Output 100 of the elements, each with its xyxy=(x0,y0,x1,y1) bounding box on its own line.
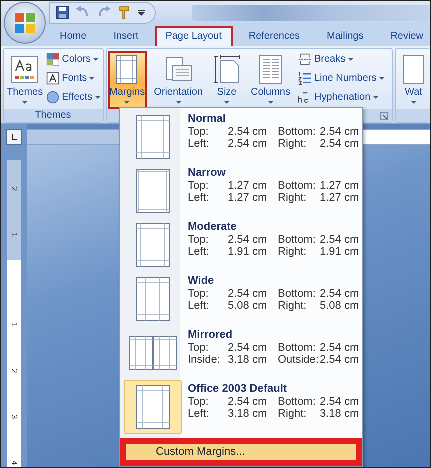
ribbon-button[interactable]: Size xyxy=(210,51,244,109)
caret-icon xyxy=(410,101,417,104)
margin-label: Top: xyxy=(188,342,210,354)
custom-margins-item[interactable]: Custom Margins... xyxy=(120,438,362,466)
ribbon-tab[interactable]: References xyxy=(238,26,312,46)
caret-icon xyxy=(224,101,230,104)
margin-value: 2.54 cm xyxy=(320,354,360,366)
margin-option[interactable]: Normal Top: 2.54 cm Bottom: 2.54 cm Left: 2.54 cm Right: 2.54 cm xyxy=(120,110,362,164)
line-numbers-icon xyxy=(298,72,312,85)
option-name: Wide xyxy=(188,275,216,288)
office-logo xyxy=(14,12,36,34)
office-button[interactable] xyxy=(4,2,46,44)
caret-icon xyxy=(93,58,100,61)
margin-label: Top: xyxy=(188,288,210,300)
margin-label: Top: xyxy=(188,234,210,246)
option-name: Narrow xyxy=(188,167,227,180)
margin-value: 2.54 cm xyxy=(228,342,268,354)
margin-option[interactable]: Mirrored Top: 2.54 cm Bottom: 2.54 cm Inside: 3.18 cm Outside:2.54 cm xyxy=(120,326,362,380)
dropdown-icon[interactable] xyxy=(138,10,145,16)
margin-value: 2.54 cm xyxy=(320,342,360,354)
format-painter-icon[interactable] xyxy=(118,6,131,20)
ribbon-button[interactable]: Hyphenation xyxy=(297,89,386,106)
ribbon-button[interactable]: Line Numbers xyxy=(297,70,386,87)
caret-icon xyxy=(22,101,28,104)
margin-value: 1.27 cm xyxy=(228,180,268,192)
margin-value: 2.54 cm xyxy=(228,234,268,246)
margin-label: Outside: xyxy=(278,354,320,366)
margin-label: Right: xyxy=(278,246,308,258)
margin-value: 5.08 cm xyxy=(320,300,360,312)
margin-label: Left: xyxy=(188,300,210,312)
letter-icon xyxy=(46,72,60,85)
margin-label: Right: xyxy=(278,192,308,204)
margin-value: 2.54 cm xyxy=(320,234,360,246)
margin-label: Top: xyxy=(188,180,210,192)
page-margins-icon xyxy=(136,115,170,159)
caret-icon xyxy=(176,101,182,104)
ruler-number: 2 xyxy=(10,368,18,374)
option-name: Mirrored xyxy=(188,329,234,342)
ribbon-button[interactable]: Fonts xyxy=(45,70,102,87)
caret-icon xyxy=(124,101,130,104)
ribbon-tab[interactable]: Insert xyxy=(102,26,150,46)
ruler-number: 3 xyxy=(10,414,18,420)
margin-label: Inside: xyxy=(188,354,222,366)
margin-option[interactable]: Office 2003 Default Top: 2.54 cm Bottom: 2.54 cm Left: 3.18 cm Right: 3.18 cm xyxy=(120,380,362,434)
margin-value: 2.54 cm xyxy=(228,138,268,150)
margin-label: Bottom: xyxy=(278,126,317,138)
tab-selector-icon[interactable] xyxy=(6,129,22,145)
facing-pages-icon xyxy=(128,336,178,370)
ribbon-tab[interactable]: Review xyxy=(380,26,430,46)
ruler-number: 1 xyxy=(10,232,18,238)
ribbon-button[interactable]: Colors xyxy=(45,51,102,68)
margin-value: 3.18 cm xyxy=(320,408,360,420)
font-sample-icon xyxy=(10,55,40,85)
ruler-number: 4 xyxy=(10,460,18,466)
margin-value: 2.54 cm xyxy=(228,126,268,138)
ruler-number: 1 xyxy=(10,322,18,328)
margin-value: 2.54 cm xyxy=(320,138,360,150)
margin-value: 2.54 cm xyxy=(320,288,360,300)
margin-option[interactable]: Moderate Top: 2.54 cm Bottom: 2.54 cm Left: 1.91 cm Right: 1.91 cm xyxy=(120,218,362,272)
margin-value: 2.54 cm xyxy=(228,288,268,300)
margin-label: Right: xyxy=(278,138,308,150)
margin-value: 2.54 cm xyxy=(228,396,268,408)
caret-icon xyxy=(268,101,274,104)
margin-label: Bottom: xyxy=(278,180,317,192)
option-name: Moderate xyxy=(188,221,238,234)
group-label: Themes xyxy=(35,110,72,121)
ribbon-button[interactable]: Wat xyxy=(396,51,430,109)
ribbon-button[interactable]: Themes xyxy=(5,51,46,109)
margin-label: Right: xyxy=(278,300,308,312)
margin-label: Top: xyxy=(188,126,210,138)
caret-icon xyxy=(372,96,379,99)
dialog-launcher-icon[interactable] xyxy=(380,112,388,120)
ribbon-tab[interactable]: Mailings xyxy=(316,26,375,46)
ribbon-tab[interactable]: Home xyxy=(49,26,98,46)
ribbon-button[interactable]: Effects xyxy=(45,89,102,106)
caret-icon xyxy=(348,58,354,61)
margin-value: 3.18 cm xyxy=(228,354,268,366)
ruler-number: 2 xyxy=(10,186,18,192)
page-break-icon xyxy=(298,53,312,66)
ribbon-button[interactable]: Breaks xyxy=(297,51,386,68)
margin-value: 1.27 cm xyxy=(320,192,360,204)
save-icon[interactable] xyxy=(56,6,69,20)
caret-icon xyxy=(89,77,96,80)
margin-option[interactable]: Wide Top: 2.54 cm Bottom: 2.54 cm Left: 5.08 cm Right: 5.08 cm xyxy=(120,272,362,326)
ribbon-button[interactable]: Margins xyxy=(108,51,148,109)
margin-option[interactable]: Narrow Top: 1.27 cm Bottom: 1.27 cm Left: 1.27 cm Right: 1.27 cm xyxy=(120,164,362,218)
page-margins-icon xyxy=(136,223,170,267)
margin-label: Left: xyxy=(188,138,210,150)
margin-value: 1.27 cm xyxy=(228,192,268,204)
margin-label: Top: xyxy=(188,396,210,408)
margin-value: 1.91 cm xyxy=(228,246,268,258)
margin-label: Left: xyxy=(188,192,210,204)
margin-value: 2.54 cm xyxy=(320,396,360,408)
margin-value: 5.08 cm xyxy=(228,300,268,312)
ribbon-tab[interactable]: Page Layout xyxy=(154,26,233,46)
margin-value: 3.18 cm xyxy=(228,408,268,420)
margin-label: Bottom: xyxy=(278,234,317,246)
margin-label: Bottom: xyxy=(278,342,317,354)
page-margins-icon xyxy=(136,169,170,213)
margin-label: Right: xyxy=(278,408,308,420)
